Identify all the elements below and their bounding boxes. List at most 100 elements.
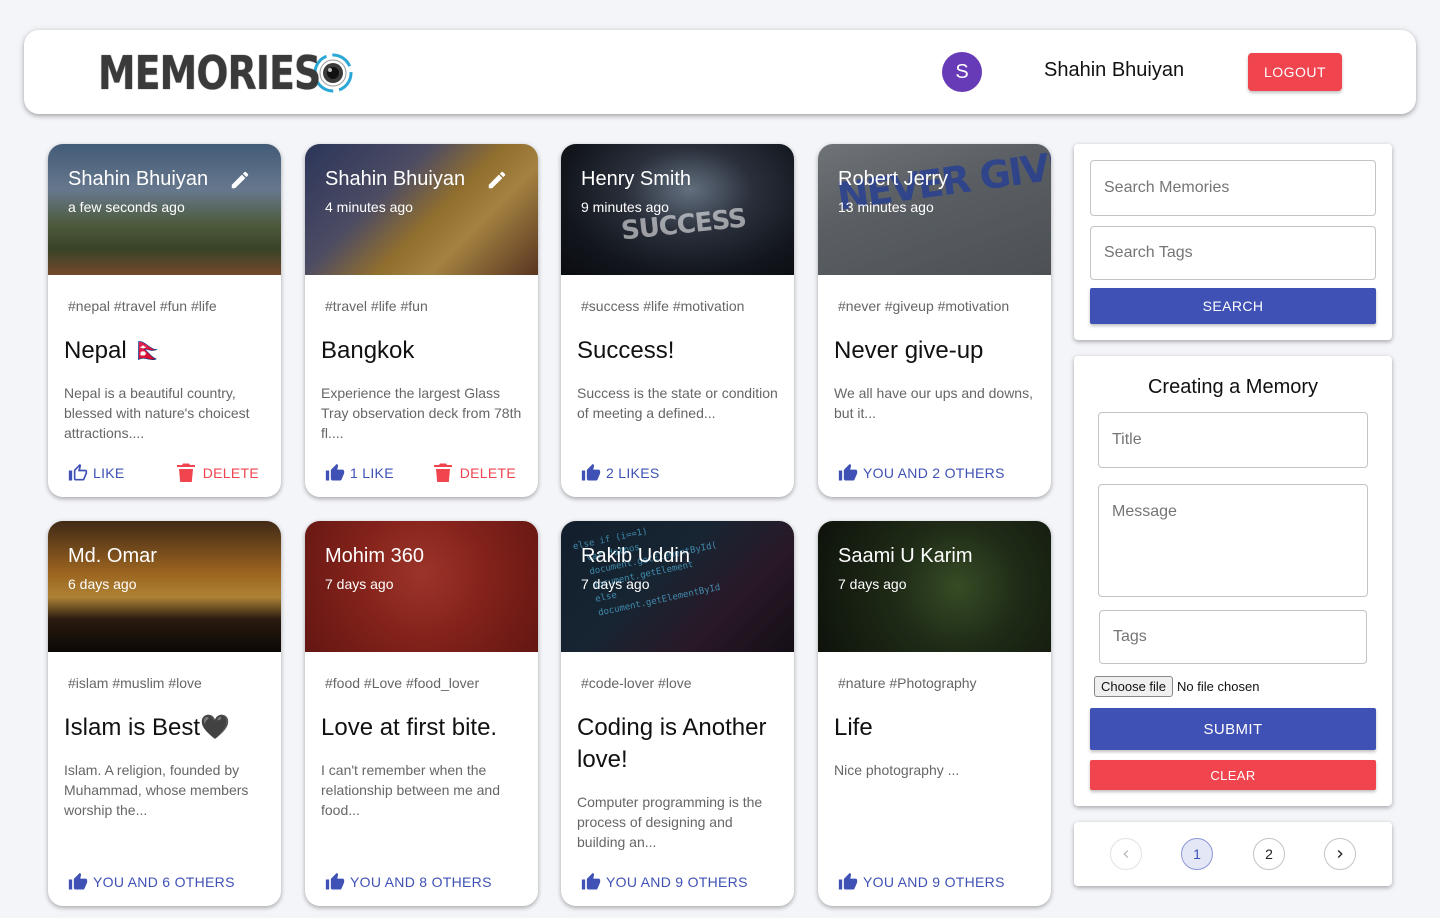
search-panel: SEARCH	[1074, 144, 1392, 340]
post-tags: #islam #muslim #love	[68, 675, 202, 691]
page-button-2[interactable]: 2	[1253, 838, 1285, 870]
thumb-up-icon	[68, 872, 88, 890]
like-button[interactable]: 1 LIKE	[325, 463, 394, 483]
like-label: YOU AND 2 OTHERS	[863, 465, 1005, 481]
edit-icon[interactable]	[486, 169, 508, 191]
delete-button[interactable]: DELETE	[176, 463, 259, 483]
image-text: else if (i==1) var dotpos document.getEl…	[572, 526, 722, 621]
post-card[interactable]: else if (i==1) var dotpos document.getEl…	[561, 521, 794, 906]
post-time: 7 days ago	[325, 576, 394, 592]
username: Shahin Bhuiyan	[1044, 59, 1185, 81]
post-message: I can't remember when the relationship b…	[321, 762, 501, 818]
post-tags: #food #Love #food_lover	[325, 675, 480, 691]
post-author: Henry Smith	[581, 168, 692, 190]
logout-button[interactable]: LOGOUT	[1248, 53, 1342, 91]
post-actions: YOU AND 9 OTHERS	[561, 860, 794, 906]
post-card[interactable]: Saami U Karim 7 days ago #nature #Photog…	[818, 521, 1051, 906]
edit-icon[interactable]	[229, 169, 251, 191]
post-tags: #code-lover #love	[581, 675, 692, 691]
post-time: 7 days ago	[581, 576, 650, 592]
like-button[interactable]: YOU AND 9 OTHERS	[581, 872, 748, 892]
title-input[interactable]	[1098, 412, 1368, 468]
post-card[interactable]: SUCCESS Henry Smith 9 minutes ago #succe…	[561, 144, 794, 497]
post-title: Coding is Another love!	[577, 714, 767, 773]
post-image: Shahin Bhuiyan a few seconds ago	[48, 144, 281, 275]
like-label: YOU AND 6 OTHERS	[93, 874, 235, 890]
like-button[interactable]: YOU AND 6 OTHERS	[68, 872, 235, 892]
thumb-up-outline-icon	[68, 463, 88, 481]
post-message: Islam. A religion, founded by Muhammad, …	[64, 762, 249, 818]
post-body: #islam #muslim #love Islam is Best🖤 Isla…	[48, 652, 281, 906]
memory-form-panel: Creating a Memory Choose file No file ch…	[1074, 356, 1392, 806]
delete-label: DELETE	[202, 465, 259, 481]
thumb-up-icon	[838, 872, 858, 890]
post-actions: 1 LIKE DELETE	[305, 451, 538, 497]
post-card[interactable]: Shahin Bhuiyan 4 minutes ago #travel #li…	[305, 144, 538, 497]
post-message: Nepal is a beautiful country, blessed wi…	[64, 385, 250, 441]
like-label: YOU AND 8 OTHERS	[350, 874, 492, 890]
post-title: Never give-up	[834, 337, 984, 364]
post-message: We all have our ups and downs, but it...	[834, 385, 1033, 421]
post-actions: YOU AND 9 OTHERS	[818, 860, 1051, 906]
submit-button[interactable]: SUBMIT	[1090, 708, 1376, 750]
post-card[interactable]: Shahin Bhuiyan a few seconds ago #nepal …	[48, 144, 281, 497]
brand[interactable]: MEMORIES	[98, 46, 354, 100]
thumb-up-icon	[325, 872, 345, 890]
avatar[interactable]: S	[942, 52, 982, 92]
post-time: 9 minutes ago	[581, 199, 669, 215]
post-image: Shahin Bhuiyan 4 minutes ago	[305, 144, 538, 275]
post-tags: #travel #life #fun	[325, 298, 428, 314]
search-button[interactable]: SEARCH	[1090, 288, 1376, 324]
message-input[interactable]	[1098, 484, 1368, 597]
post-tags: #success #life #motivation	[581, 298, 745, 314]
next-page-button[interactable]	[1324, 838, 1356, 870]
post-card[interactable]: Md. Omar 6 days ago #islam #muslim #love…	[48, 521, 281, 906]
like-label: YOU AND 9 OTHERS	[606, 874, 748, 890]
post-actions: LIKE DELETE	[48, 451, 281, 497]
like-label: 1 LIKE	[350, 465, 394, 481]
post-author: Md. Omar	[68, 545, 157, 567]
post-card[interactable]: NEVER GIVE UP Robert Jerry 13 minutes ag…	[818, 144, 1051, 497]
post-card[interactable]: Mohim 360 7 days ago #food #Love #food_l…	[305, 521, 538, 906]
choose-file-button[interactable]: Choose file	[1094, 676, 1174, 697]
post-message: Experience the largest Glass Tray observ…	[321, 385, 522, 441]
post-body: #travel #life #fun Bangkok Experience th…	[305, 275, 538, 497]
post-title: Life	[834, 714, 873, 741]
like-button[interactable]: YOU AND 8 OTHERS	[325, 872, 492, 892]
tags-input[interactable]	[1099, 610, 1367, 664]
like-label: LIKE	[93, 465, 125, 481]
post-body: #food #Love #food_lover Love at first bi…	[305, 652, 538, 906]
delete-label: DELETE	[459, 465, 516, 481]
search-tags-input[interactable]	[1090, 226, 1376, 280]
like-label: 2 LIKES	[606, 465, 660, 481]
post-image: SUCCESS Henry Smith 9 minutes ago	[561, 144, 794, 275]
post-body: #success #life #motivation Success! Succ…	[561, 275, 794, 497]
like-button[interactable]: 2 LIKES	[581, 463, 659, 483]
post-title: Islam is Best🖤	[64, 714, 230, 741]
thumb-up-icon	[838, 463, 858, 481]
post-time: 13 minutes ago	[838, 199, 934, 215]
post-title: Nepal 🇳🇵	[64, 337, 164, 364]
post-actions: YOU AND 8 OTHERS	[305, 860, 538, 906]
app-bar: MEMORIES S Shahin Bhuiyan LOGOUT	[24, 30, 1416, 114]
post-body: #nepal #travel #fun #life Nepal 🇳🇵 Nepal…	[48, 275, 281, 497]
post-time: 4 minutes ago	[325, 199, 413, 215]
prev-page-button[interactable]	[1110, 838, 1142, 870]
post-message: Success is the state or condition of mee…	[577, 385, 778, 421]
like-button[interactable]: YOU AND 9 OTHERS	[838, 872, 1005, 892]
like-button[interactable]: YOU AND 2 OTHERS	[838, 463, 1005, 483]
post-tags: #never #giveup #motivation	[838, 298, 1010, 314]
search-memories-input[interactable]	[1090, 160, 1376, 216]
trash-icon	[433, 463, 452, 482]
post-actions: YOU AND 2 OTHERS	[818, 451, 1051, 497]
clear-button[interactable]: CLEAR	[1090, 760, 1376, 790]
pagination: 1 2	[1074, 822, 1392, 886]
post-message: Nice photography ...	[834, 762, 960, 778]
post-time: 6 days ago	[68, 576, 137, 592]
post-body: #never #giveup #motivation Never give-up…	[818, 275, 1051, 497]
post-tags: #nepal #travel #fun #life	[68, 298, 217, 314]
page-button-1[interactable]: 1	[1181, 838, 1213, 870]
delete-button[interactable]: DELETE	[433, 463, 516, 483]
file-status: No file chosen	[1177, 679, 1260, 694]
like-button[interactable]: LIKE	[68, 463, 125, 483]
